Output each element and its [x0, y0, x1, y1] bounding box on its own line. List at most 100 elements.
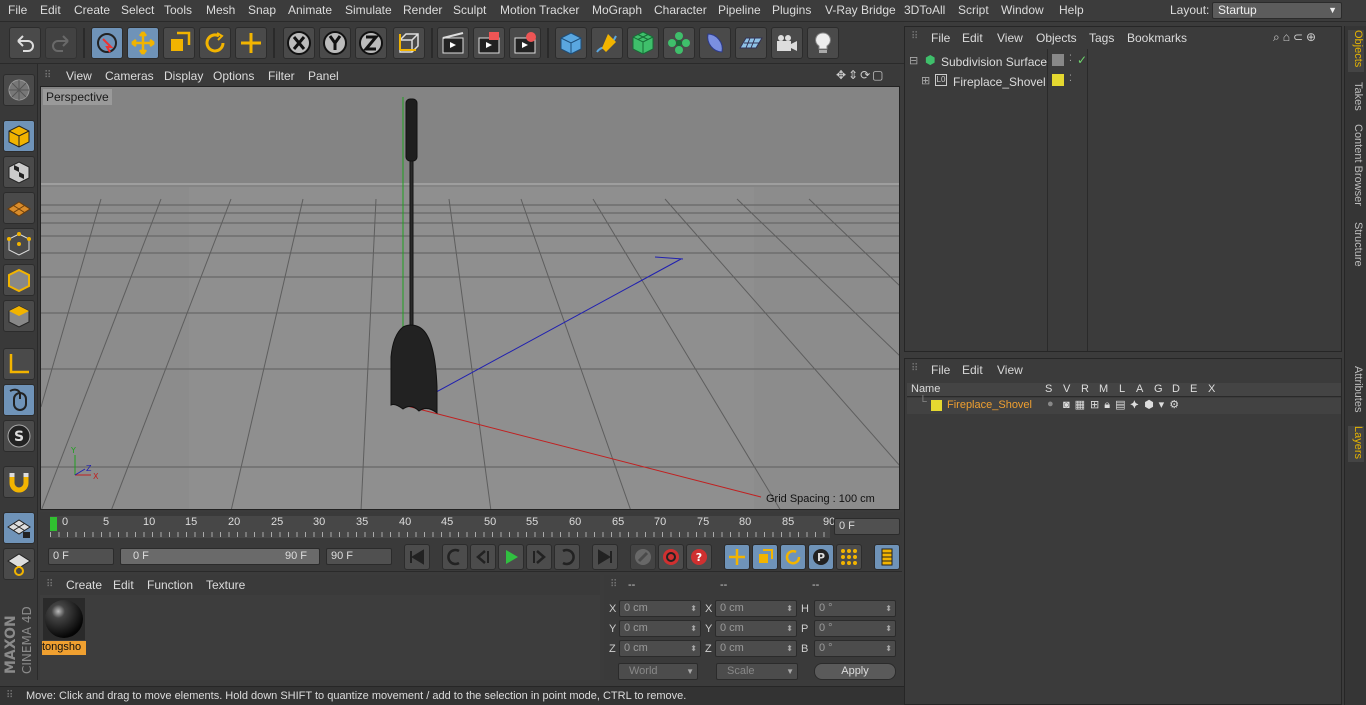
tab-layers[interactable]: Layers [1348, 426, 1364, 462]
material-menu-create[interactable]: Create [66, 578, 102, 592]
go-to-start-button[interactable] [404, 544, 430, 570]
render-view-button[interactable] [437, 27, 469, 59]
col-animation[interactable]: A [1136, 383, 1143, 395]
spinner-icon[interactable]: ⬍ [885, 621, 892, 636]
rot-b-field[interactable]: 0 ° ⬍ [814, 640, 896, 657]
workplane-mode-button[interactable] [3, 192, 35, 224]
z-axis-button[interactable] [355, 27, 387, 59]
pos-x-field[interactable]: 0 cm ⬍ [619, 600, 701, 617]
scale-button[interactable] [163, 27, 195, 59]
menu-character[interactable]: Character [654, 3, 707, 17]
next-keyframe-button[interactable] [554, 544, 580, 570]
spinner-icon[interactable]: ⬍ [786, 601, 793, 616]
record-active-objects-button[interactable] [630, 544, 656, 570]
rot-p-field[interactable]: 0 ° ⬍ [814, 620, 896, 637]
menu-help[interactable]: Help [1059, 3, 1084, 17]
rot-h-field[interactable]: 0 ° ⬍ [814, 600, 896, 617]
render-picture-viewer-button[interactable] [473, 27, 505, 59]
viewport-nav-icons[interactable]: ✥⇕⟳▢ [836, 68, 886, 82]
menu-plugins[interactable]: Plugins [772, 3, 811, 17]
objects-menu-tags[interactable]: Tags [1089, 31, 1114, 45]
material-menu-edit[interactable]: Edit [113, 578, 134, 592]
menu-simulate[interactable]: Simulate [345, 3, 392, 17]
end-frame-field[interactable]: 90 F [326, 548, 392, 565]
size-mode-dropdown[interactable]: Scale ▼ [716, 663, 798, 680]
camera-button[interactable] [771, 27, 803, 59]
visibility-dots-icon[interactable]: ⁚ [1069, 53, 1072, 64]
cube-button[interactable] [555, 27, 587, 59]
menu-render[interactable]: Render [403, 3, 442, 17]
spinner-icon[interactable]: ⬍ [786, 641, 793, 656]
pos-y-field[interactable]: 0 cm ⬍ [619, 620, 701, 637]
edge-mode-button[interactable] [3, 264, 35, 296]
workplane-lock-button[interactable] [3, 512, 35, 544]
col-expressions[interactable]: E [1190, 383, 1197, 395]
tree-expand-icon[interactable]: ⊞ [921, 74, 930, 87]
locked-workplane-button[interactable] [3, 548, 35, 580]
menu-snap[interactable]: Snap [248, 3, 276, 17]
objects-menu-edit[interactable]: Edit [962, 31, 983, 45]
layer-row[interactable]: └ Fireplace_Shovel ● ◙▦⊞🔒︎▤⯌⬢▾⚙ [907, 396, 1341, 414]
layer-color-swatch[interactable] [931, 400, 942, 411]
col-deformers[interactable]: D [1172, 383, 1180, 395]
col-manager[interactable]: M [1099, 383, 1108, 395]
polygon-mode-button[interactable] [3, 300, 35, 332]
menu-pipeline[interactable]: Pipeline [718, 3, 761, 17]
layers-menu-view[interactable]: View [997, 363, 1023, 377]
object-name[interactable]: Fireplace_Shovel [953, 75, 1046, 89]
layout-select[interactable]: Startup ▼ [1212, 2, 1342, 19]
spinner-icon[interactable]: ⬍ [690, 601, 697, 616]
material-menu-texture[interactable]: Texture [206, 578, 245, 592]
menu-edit[interactable]: Edit [40, 3, 61, 17]
keyframe-selection-button[interactable]: ? [686, 544, 712, 570]
menu-script[interactable]: Script [958, 3, 989, 17]
objects-menu-view[interactable]: View [997, 31, 1023, 45]
enabled-check-icon[interactable]: ✓ [1077, 53, 1087, 67]
pos-z-field[interactable]: 0 cm ⬍ [619, 640, 701, 657]
tab-objects[interactable]: Objects [1348, 30, 1364, 72]
timeline-window-button[interactable] [874, 544, 900, 570]
objects-menu-objects[interactable]: Objects [1036, 31, 1077, 45]
play-button[interactable] [498, 544, 524, 570]
menu-sculpt[interactable]: Sculpt [453, 3, 486, 17]
tweak-mode-button[interactable] [3, 384, 35, 416]
3d-viewport[interactable]: Y XZ Perspective Grid Spacing : 100 cm [40, 86, 900, 510]
viewport-menu-view[interactable]: View [66, 69, 92, 83]
object-manager-tool-icons[interactable]: ⌕⌂⊂⊕ [1273, 30, 1319, 45]
light-button[interactable] [807, 27, 839, 59]
spinner-icon[interactable]: ⬍ [690, 621, 697, 636]
apply-button[interactable]: Apply [814, 663, 896, 680]
viewport-menu-cameras[interactable]: Cameras [105, 69, 154, 83]
menu-vray-bridge[interactable]: V-Ray Bridge [825, 3, 896, 17]
object-name[interactable]: Subdivision Surface [941, 55, 1047, 69]
render-settings-button[interactable] [509, 27, 541, 59]
layer-swatch[interactable] [1052, 54, 1064, 66]
spinner-icon[interactable]: ⬍ [786, 621, 793, 636]
menu-window[interactable]: Window [1001, 3, 1044, 17]
col-xref[interactable]: X [1208, 383, 1215, 395]
objects-menu-bookmarks[interactable]: Bookmarks [1127, 31, 1187, 45]
x-axis-button[interactable] [283, 27, 315, 59]
col-solo[interactable]: S [1045, 383, 1052, 395]
floor-button[interactable] [735, 27, 767, 59]
layer-toggle-icons[interactable]: ◙▦⊞🔒︎▤⯌⬢▾⚙ [1063, 398, 1184, 412]
cloner-button[interactable] [663, 27, 695, 59]
rotate-button[interactable] [199, 27, 231, 59]
menu-animate[interactable]: Animate [288, 3, 332, 17]
playhead[interactable] [50, 517, 57, 531]
spinner-icon[interactable]: ⬍ [885, 641, 892, 656]
viewport-menu-options[interactable]: Options [213, 69, 254, 83]
coordinate-space-dropdown[interactable]: World ▼ [618, 663, 698, 680]
col-name[interactable]: Name [911, 383, 940, 395]
spinner-icon[interactable]: ⬍ [690, 641, 697, 656]
solo-dot-icon[interactable]: ● [1047, 398, 1054, 410]
position-key-button[interactable] [724, 544, 750, 570]
preview-range-slider[interactable]: 0 F 90 F [120, 548, 320, 565]
tab-attributes[interactable]: Attributes [1348, 366, 1364, 414]
point-level-animation-button[interactable] [836, 544, 862, 570]
go-to-end-button[interactable] [592, 544, 618, 570]
viewport-menu-panel[interactable]: Panel [308, 69, 339, 83]
material-name[interactable]: tongsho [42, 641, 86, 655]
menu-create[interactable]: Create [74, 3, 110, 17]
autokeying-button[interactable] [658, 544, 684, 570]
